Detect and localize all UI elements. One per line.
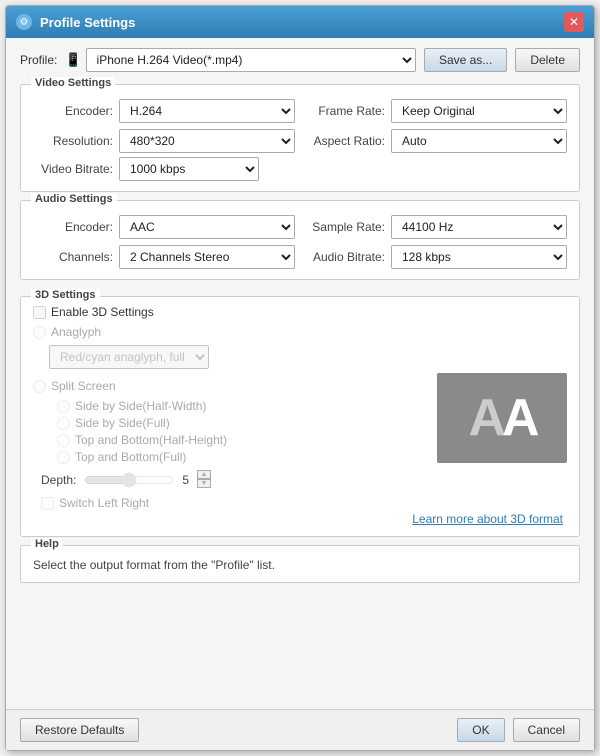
aa-right: A (502, 389, 536, 447)
anaglyph-label: Anaglyph (51, 325, 101, 339)
samplerate-select[interactable]: 44100 Hz (391, 215, 567, 239)
side-by-side-full-label: Side by Side(Full) (75, 416, 170, 430)
audio-bitrate-label: Audio Bitrate: (305, 250, 385, 264)
top-bottom-full-radio[interactable] (57, 451, 70, 464)
app-icon: ⚙ (16, 14, 32, 30)
video-section-title: Video Settings (31, 77, 115, 89)
cancel-button[interactable]: Cancel (513, 718, 580, 742)
resolution-label: Resolution: (33, 134, 113, 148)
profile-label: Profile: (20, 53, 57, 67)
anaglyph-select[interactable]: Red/cyan anaglyph, full color (49, 345, 209, 369)
top-bottom-half-radio[interactable] (57, 434, 70, 447)
titlebar: ⚙ Profile Settings ✕ (6, 6, 594, 38)
d3-preview-panel: AA (437, 325, 567, 510)
enable-3d-label: Enable 3D Settings (51, 305, 154, 319)
switch-lr-label: Switch Left Right (59, 496, 149, 510)
footer: Restore Defaults OK Cancel (6, 709, 594, 750)
learn-more-row: Learn more about 3D format (33, 512, 567, 526)
depth-decrement[interactable]: ▼ (197, 479, 211, 488)
d3-section-title: 3D Settings (31, 289, 100, 301)
help-section: Help Select the output format from the "… (20, 545, 580, 583)
audio-settings-section: Audio Settings Encoder: AAC Sample Rate:… (20, 200, 580, 280)
aa-text: AA (468, 392, 535, 444)
d3-layout: Anaglyph Red/cyan anaglyph, full color S… (33, 325, 567, 510)
video-settings-section: Video Settings Encoder: H.264 Frame Rate… (20, 84, 580, 192)
enable-3d-row: Enable 3D Settings (33, 305, 567, 319)
encoder-row: Encoder: H.264 (33, 99, 295, 123)
profile-settings-dialog: ⚙ Profile Settings ✕ Profile: 📱 iPhone H… (5, 5, 595, 751)
profile-row: Profile: 📱 iPhone H.264 Video(*.mp4) Sav… (20, 48, 580, 72)
encoder-label: Encoder: (33, 104, 113, 118)
depth-value: 5 (182, 473, 189, 487)
video-bitrate-label: Video Bitrate: (33, 162, 113, 176)
top-bottom-half-label: Top and Bottom(Half-Height) (75, 433, 227, 447)
resolution-row: Resolution: 480*320 (33, 129, 295, 153)
framerate-label: Frame Rate: (305, 104, 385, 118)
anaglyph-row: Anaglyph (33, 325, 427, 339)
channels-select[interactable]: 2 Channels Stereo (119, 245, 295, 269)
phone-icon: 📱 (65, 52, 81, 68)
profile-select[interactable]: iPhone H.264 Video(*.mp4) (86, 48, 416, 72)
aa-preview: AA (437, 373, 567, 463)
aspect-label: Aspect Ratio: (305, 134, 385, 148)
sub-radio-group: Side by Side(Half-Width) Side by Side(Fu… (33, 399, 427, 464)
profile-select-wrap: 📱 iPhone H.264 Video(*.mp4) (65, 48, 416, 72)
splitscreen-row: Split Screen (33, 379, 427, 393)
audio-encoder-label: Encoder: (33, 220, 113, 234)
anaglyph-select-wrap: Red/cyan anaglyph, full color (33, 345, 427, 369)
switch-lr-checkbox[interactable] (41, 497, 54, 510)
learn-more-link[interactable]: Learn more about 3D format (412, 512, 563, 526)
depth-increment[interactable]: ▲ (197, 470, 211, 479)
side-by-side-full-row: Side by Side(Full) (57, 416, 427, 430)
audio-form-grid: Encoder: AAC Sample Rate: 44100 Hz Chann… (33, 215, 567, 269)
aspect-row: Aspect Ratio: Auto (305, 129, 567, 153)
resolution-select[interactable]: 480*320 (119, 129, 295, 153)
encoder-select[interactable]: H.264 (119, 99, 295, 123)
splitscreen-radio[interactable] (33, 380, 46, 393)
depth-row: Depth: 5 ▲ ▼ (33, 470, 427, 490)
aa-left: A (468, 389, 502, 447)
audio-encoder-select[interactable]: AAC (119, 215, 295, 239)
channels-label: Channels: (33, 250, 113, 264)
side-by-side-half-row: Side by Side(Half-Width) (57, 399, 427, 413)
side-by-side-half-label: Side by Side(Half-Width) (75, 399, 206, 413)
depth-spinner: ▲ ▼ (197, 470, 211, 490)
framerate-select[interactable]: Keep Original (391, 99, 567, 123)
d3-settings-section: 3D Settings Enable 3D Settings Anaglyph … (20, 296, 580, 537)
side-by-side-half-radio[interactable] (57, 400, 70, 413)
depth-slider[interactable] (84, 472, 174, 488)
save-as-button[interactable]: Save as... (424, 48, 507, 72)
splitscreen-label: Split Screen (51, 379, 116, 393)
top-bottom-full-row: Top and Bottom(Full) (57, 450, 427, 464)
audio-encoder-row: Encoder: AAC (33, 215, 295, 239)
samplerate-label: Sample Rate: (305, 220, 385, 234)
restore-defaults-button[interactable]: Restore Defaults (20, 718, 139, 742)
framerate-row: Frame Rate: Keep Original (305, 99, 567, 123)
switch-row: Switch Left Right (33, 496, 427, 510)
delete-button[interactable]: Delete (515, 48, 580, 72)
samplerate-row: Sample Rate: 44100 Hz (305, 215, 567, 239)
video-bitrate-row: Video Bitrate: 1000 kbps (33, 157, 567, 181)
enable-3d-checkbox[interactable] (33, 306, 46, 319)
help-title: Help (31, 538, 63, 550)
video-form-grid: Encoder: H.264 Frame Rate: Keep Original… (33, 99, 567, 153)
close-button[interactable]: ✕ (564, 12, 584, 32)
channels-row: Channels: 2 Channels Stereo (33, 245, 295, 269)
audio-section-title: Audio Settings (31, 193, 117, 205)
top-bottom-full-label: Top and Bottom(Full) (75, 450, 186, 464)
dialog-title: Profile Settings (40, 15, 564, 30)
video-bitrate-select[interactable]: 1000 kbps (119, 157, 259, 181)
depth-label: Depth: (41, 473, 76, 487)
audio-bitrate-select[interactable]: 128 kbps (391, 245, 567, 269)
ok-button[interactable]: OK (457, 718, 504, 742)
footer-right: OK Cancel (457, 718, 580, 742)
help-text: Select the output format from the "Profi… (33, 558, 567, 572)
audio-bitrate-row: Audio Bitrate: 128 kbps (305, 245, 567, 269)
top-bottom-half-row: Top and Bottom(Half-Height) (57, 433, 427, 447)
anaglyph-radio[interactable] (33, 326, 46, 339)
aspect-select[interactable]: Auto (391, 129, 567, 153)
main-content: Profile: 📱 iPhone H.264 Video(*.mp4) Sav… (6, 38, 594, 709)
d3-left: Anaglyph Red/cyan anaglyph, full color S… (33, 325, 427, 510)
side-by-side-full-radio[interactable] (57, 417, 70, 430)
